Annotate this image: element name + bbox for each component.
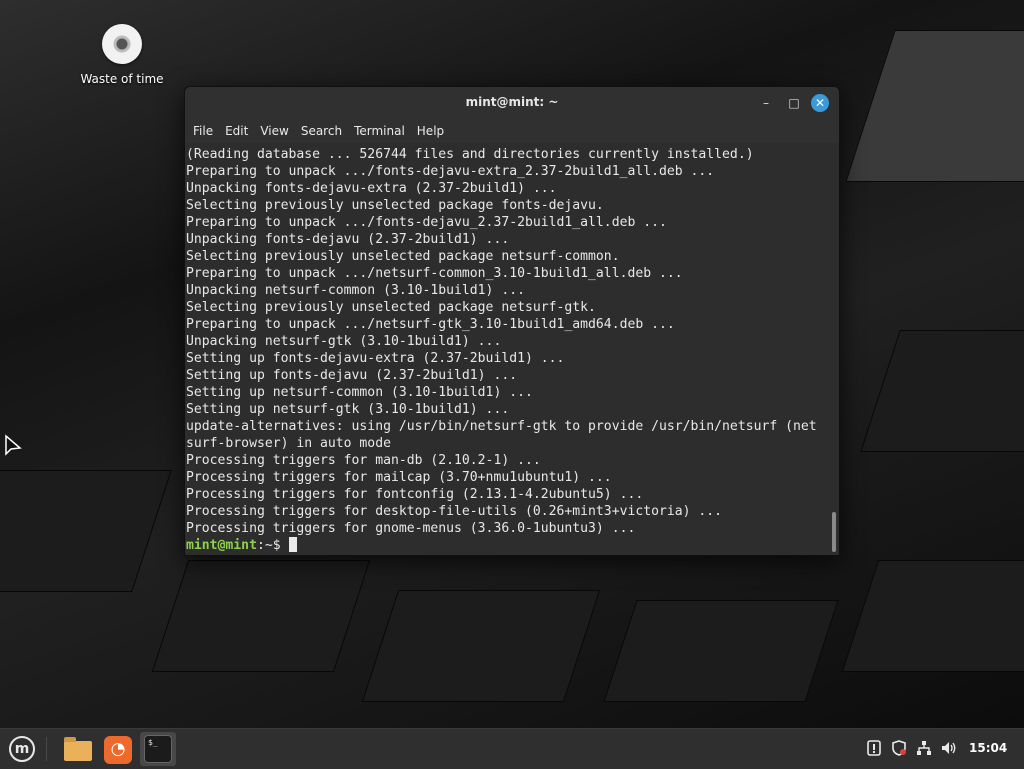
prompt-path: :~$	[256, 538, 289, 553]
terminal-line: Preparing to unpack .../netsurf-common_3…	[186, 266, 683, 281]
mint-logo-icon: m	[9, 736, 35, 762]
update-manager-icon[interactable]	[864, 739, 884, 759]
window-titlebar[interactable]: mint@mint: ~ – □ ✕	[185, 87, 839, 119]
menu-help[interactable]: Help	[411, 119, 450, 143]
menu-search[interactable]: Search	[295, 119, 348, 143]
window-title: mint@mint: ~	[465, 95, 559, 109]
text-cursor	[288, 537, 297, 552]
launcher-terminal[interactable]: $_	[140, 732, 176, 766]
terminal-icon: $_	[144, 735, 172, 763]
menu-edit[interactable]: Edit	[219, 119, 254, 143]
wallpaper-block	[603, 600, 839, 702]
terminal-line: Processing triggers for mailcap (3.70+nm…	[186, 470, 612, 485]
desktop-icon-disc[interactable]: Waste of time	[74, 24, 170, 86]
menu-terminal[interactable]: Terminal	[348, 119, 411, 143]
terminal-scrollbar[interactable]	[832, 512, 836, 552]
taskbar-panel: m ◔ $_ 15:04	[0, 728, 1024, 769]
wallpaper-block	[361, 590, 601, 702]
maximize-button[interactable]: □	[785, 94, 803, 112]
terminal-line: (Reading database ... 526744 files and d…	[186, 147, 754, 162]
terminal-output[interactable]: (Reading database ... 526744 files and d…	[185, 143, 839, 555]
wallpaper-block	[845, 30, 1024, 182]
terminal-line: Unpacking netsurf-common (3.10-1build1) …	[186, 283, 525, 298]
disc-icon	[102, 24, 142, 64]
launcher-firefox[interactable]: ◔	[100, 732, 136, 766]
terminal-line: Unpacking fonts-dejavu (2.37-2build1) ..…	[186, 232, 510, 247]
clock[interactable]: 15:04	[969, 741, 1007, 755]
network-icon[interactable]	[914, 739, 934, 759]
terminal-line: Selecting previously unselected package …	[186, 300, 596, 315]
terminal-line: Preparing to unpack .../fonts-dejavu-ext…	[186, 164, 715, 179]
wallpaper-block	[0, 470, 172, 592]
terminal-line: Setting up netsurf-common (3.10-1build1)…	[186, 385, 533, 400]
terminal-prompt-line: mint@mint:~$	[186, 537, 839, 554]
wallpaper-block	[151, 560, 371, 672]
terminal-line: Unpacking netsurf-gtk (3.10-1build1) ...	[186, 334, 502, 349]
terminal-line: surf-browser) in auto mode	[186, 436, 391, 451]
terminal-line: Preparing to unpack .../fonts-dejavu_2.3…	[186, 215, 667, 230]
desktop-icon-label: Waste of time	[80, 72, 164, 86]
mouse-pointer-icon	[5, 434, 22, 456]
terminal-line: Processing triggers for desktop-file-uti…	[186, 504, 723, 519]
close-button[interactable]: ✕	[811, 94, 829, 112]
start-menu-button[interactable]: m	[4, 732, 40, 766]
launcher-files[interactable]	[60, 732, 96, 766]
wallpaper-block	[860, 330, 1024, 452]
shield-icon[interactable]	[889, 739, 909, 759]
volume-icon[interactable]	[939, 739, 959, 759]
terminal-line: Processing triggers for gnome-menus (3.3…	[186, 521, 636, 536]
menu-file[interactable]: File	[187, 119, 219, 143]
terminal-line: Selecting previously unselected package …	[186, 249, 620, 264]
prompt-user-host: mint@mint	[186, 538, 257, 553]
terminal-line: Setting up netsurf-gtk (3.10-1build1) ..…	[186, 402, 510, 417]
terminal-window: mint@mint: ~ – □ ✕ File Edit View Search…	[184, 86, 840, 556]
terminal-line: Unpacking fonts-dejavu-extra (2.37-2buil…	[186, 181, 557, 196]
terminal-line: update-alternatives: using /usr/bin/nets…	[186, 419, 817, 434]
terminal-line: Preparing to unpack .../netsurf-gtk_3.10…	[186, 317, 675, 332]
terminal-line: Selecting previously unselected package …	[186, 198, 604, 213]
menubar: File Edit View Search Terminal Help	[185, 119, 839, 143]
files-folder-icon	[64, 737, 92, 761]
terminal-line: Processing triggers for man-db (2.10.2-1…	[186, 453, 541, 468]
terminal-line: Setting up fonts-dejavu-extra (2.37-2bui…	[186, 351, 565, 366]
menu-view[interactable]: View	[254, 119, 294, 143]
panel-separator	[46, 737, 47, 761]
wallpaper-block	[841, 560, 1024, 672]
minimize-button[interactable]: –	[757, 94, 775, 112]
firefox-icon: ◔	[104, 736, 132, 764]
terminal-line: Processing triggers for fontconfig (2.13…	[186, 487, 644, 502]
terminal-line: Setting up fonts-dejavu (2.37-2build1) .…	[186, 368, 518, 383]
